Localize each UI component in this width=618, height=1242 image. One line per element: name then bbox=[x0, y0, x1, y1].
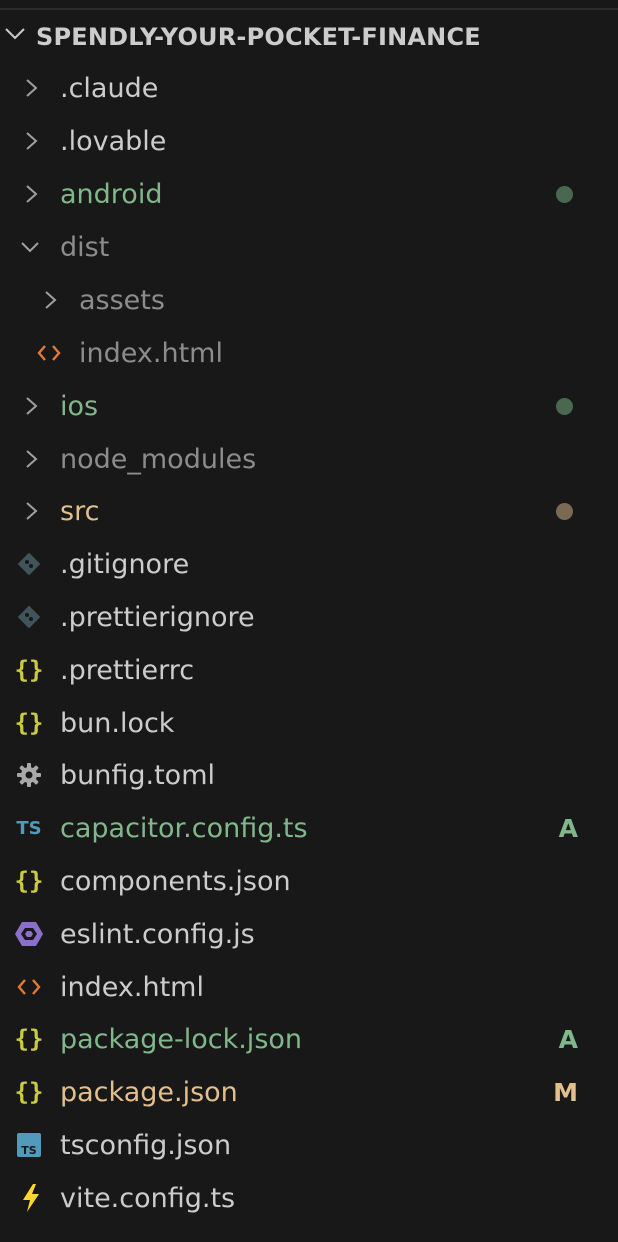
json-icon: {} bbox=[14, 656, 44, 684]
tree-item-label: bun.lock bbox=[60, 708, 175, 739]
git-status-dot bbox=[556, 186, 573, 203]
json-icon: {} bbox=[14, 1078, 44, 1106]
tree-item-android-folder[interactable]: android bbox=[0, 168, 618, 220]
tree-item-dist-index-html[interactable]: index.html bbox=[0, 327, 618, 379]
typescript-icon: TS bbox=[16, 817, 42, 839]
git-status-dot bbox=[556, 503, 573, 520]
tree-item-label: eslint.config.js bbox=[60, 919, 255, 950]
git-status-dot bbox=[556, 398, 573, 415]
eslint-icon bbox=[14, 921, 44, 947]
json-icon: {} bbox=[14, 867, 44, 895]
git-icon bbox=[14, 551, 44, 577]
tree-item-bun-lock[interactable]: {} bun.lock bbox=[0, 697, 618, 749]
tree-item-label: src bbox=[60, 496, 100, 527]
tree-item-capacitor-config[interactable]: TS capacitor.config.ts A bbox=[0, 802, 618, 854]
tree-item-dist-folder[interactable]: dist bbox=[0, 221, 618, 273]
svg-text:TS: TS bbox=[21, 1144, 37, 1157]
tree-item-label: index.html bbox=[79, 338, 223, 369]
tree-item-label: capacitor.config.ts bbox=[60, 813, 308, 844]
chevron-right-icon bbox=[26, 502, 38, 520]
tree-item-label: package-lock.json bbox=[60, 1024, 303, 1055]
tree-item-ios-folder[interactable]: ios bbox=[0, 380, 618, 432]
tree-item-label: ios bbox=[60, 391, 99, 422]
tree-item-label: bunfig.toml bbox=[60, 760, 215, 791]
tree-item-label: assets bbox=[79, 285, 165, 316]
tree-item-label: package.json bbox=[60, 1077, 238, 1108]
tree-item-label: .lovable bbox=[60, 126, 167, 157]
tree-item-assets-folder[interactable]: assets bbox=[0, 274, 618, 326]
git-status-badge: M bbox=[553, 1078, 578, 1107]
tree-item-bunfig-toml[interactable]: bunfig.toml bbox=[0, 749, 618, 801]
tree-item-node-modules-folder[interactable]: node_modules bbox=[0, 433, 618, 485]
tree-item-label: .gitignore bbox=[60, 549, 190, 580]
tree-item-label: .prettierignore bbox=[60, 602, 255, 633]
html-icon bbox=[14, 974, 44, 1000]
tree-item-label: .claude bbox=[60, 73, 159, 104]
tree-item-label: components.json bbox=[60, 866, 291, 897]
chevron-right-icon bbox=[26, 79, 38, 97]
tree-item-package-lock-json[interactable]: {} package-lock.json A bbox=[0, 1013, 618, 1065]
chevron-right-icon bbox=[26, 132, 38, 150]
tree-item-tsconfig-json[interactable]: TS tsconfig.json bbox=[0, 1119, 618, 1171]
tree-item-gitignore[interactable]: .gitignore bbox=[0, 538, 618, 590]
html-icon bbox=[34, 340, 64, 366]
git-status-badge: A bbox=[558, 1025, 578, 1054]
chevron-right-icon bbox=[45, 291, 57, 309]
tree-item-label: dist bbox=[60, 232, 110, 263]
chevron-right-icon bbox=[26, 450, 38, 468]
tree-item-eslint-config[interactable]: eslint.config.js bbox=[0, 908, 618, 960]
chevron-right-icon bbox=[26, 397, 38, 415]
tree-item-label: index.html bbox=[60, 972, 204, 1003]
explorer-section-header[interactable]: SPENDLY-YOUR-POCKET-FINANCE bbox=[0, 10, 618, 62]
project-title: SPENDLY-YOUR-POCKET-FINANCE bbox=[36, 23, 481, 51]
git-status-badge: A bbox=[558, 814, 578, 843]
tree-item-label: vite.config.ts bbox=[60, 1183, 236, 1214]
tree-item-claude-folder[interactable]: .claude bbox=[0, 62, 618, 114]
tree-item-prettierrc[interactable]: {} .prettierrc bbox=[0, 644, 618, 696]
tree-item-label: android bbox=[60, 179, 163, 210]
git-icon bbox=[14, 604, 44, 630]
tree-item-label: node_modules bbox=[60, 444, 257, 475]
file-explorer: SPENDLY-YOUR-POCKET-FINANCE .claude .lov… bbox=[0, 0, 618, 1242]
chevron-down-icon bbox=[21, 242, 39, 253]
chevron-down-icon bbox=[5, 28, 25, 40]
tree-item-src-folder[interactable]: src bbox=[0, 485, 618, 537]
tree-item-lovable-folder[interactable]: .lovable bbox=[0, 115, 618, 167]
chevron-right-icon bbox=[26, 185, 38, 203]
tsconfig-icon: TS bbox=[14, 1132, 44, 1158]
vite-icon bbox=[16, 1184, 46, 1212]
tree-item-package-json[interactable]: {} package.json M bbox=[0, 1066, 618, 1118]
tree-item-components-json[interactable]: {} components.json bbox=[0, 855, 618, 907]
tree-item-label: .prettierrc bbox=[60, 655, 195, 686]
tree-item-label: tsconfig.json bbox=[60, 1130, 232, 1161]
tree-item-prettierignore[interactable]: .prettierignore bbox=[0, 591, 618, 643]
tree-item-index-html[interactable]: index.html bbox=[0, 961, 618, 1013]
gear-icon bbox=[14, 762, 44, 788]
json-icon: {} bbox=[14, 1025, 44, 1053]
json-icon: {} bbox=[14, 709, 44, 737]
tree-item-vite-config[interactable]: vite.config.ts bbox=[0, 1172, 618, 1224]
